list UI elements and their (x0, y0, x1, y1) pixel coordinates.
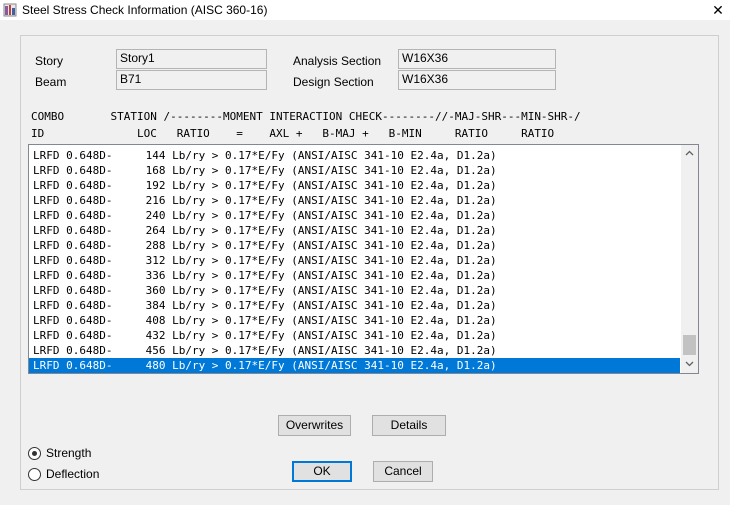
scroll-thumb[interactable] (683, 335, 696, 355)
list-item[interactable]: LRFD 0.648D- 312 Lb/ry > 0.17*E/Fy (ANSI… (29, 253, 680, 268)
list-item[interactable]: LRFD 0.648D- 360 Lb/ry > 0.17*E/Fy (ANSI… (29, 283, 680, 298)
story-field: Story1 (116, 49, 267, 69)
list-item[interactable]: LRFD 0.648D- 168 Lb/ry > 0.17*E/Fy (ANSI… (29, 163, 680, 178)
table-header-line2: ID LOC RATIO = AXL + B-MAJ + B-MIN RATIO… (31, 127, 555, 140)
list-item[interactable]: LRFD 0.648D- 480 Lb/ry > 0.17*E/Fy (ANSI… (29, 358, 680, 373)
strength-option[interactable]: Strength (28, 446, 118, 462)
list-item[interactable]: LRFD 0.648D- 192 Lb/ry > 0.17*E/Fy (ANSI… (29, 178, 680, 193)
list-item[interactable]: LRFD 0.648D- 144 Lb/ry > 0.17*E/Fy (ANSI… (29, 148, 680, 163)
radio-selected-dot (32, 451, 37, 456)
steel-frame-icon (3, 3, 17, 17)
analysis-section-label: Analysis Section (293, 54, 382, 68)
results-rows: LRFD 0.648D- 144 Lb/ry > 0.17*E/Fy (ANSI… (29, 148, 680, 373)
design-section-label: Design Section (293, 75, 374, 89)
strength-radio[interactable] (28, 447, 41, 460)
list-item[interactable]: LRFD 0.648D- 288 Lb/ry > 0.17*E/Fy (ANSI… (29, 238, 680, 253)
deflection-radio[interactable] (28, 468, 41, 481)
list-item[interactable]: LRFD 0.648D- 384 Lb/ry > 0.17*E/Fy (ANSI… (29, 298, 680, 313)
chevron-down-icon[interactable] (681, 356, 698, 373)
beam-label: Beam (35, 75, 67, 89)
story-label: Story (35, 54, 64, 68)
deflection-label: Deflection (46, 467, 100, 481)
list-item[interactable]: LRFD 0.648D- 240 Lb/ry > 0.17*E/Fy (ANSI… (29, 208, 680, 223)
window-title: Steel Stress Check Information (AISC 360… (22, 3, 268, 17)
list-item[interactable]: LRFD 0.648D- 336 Lb/ry > 0.17*E/Fy (ANSI… (29, 268, 680, 283)
table-header-line1: COMBO STATION /--------MOMENT INTERACTIO… (31, 110, 581, 123)
overwrites-button[interactable]: Overwrites (278, 415, 351, 436)
design-section-field: W16X36 (398, 70, 556, 90)
analysis-section-field: W16X36 (398, 49, 556, 69)
list-scrollbar[interactable] (681, 145, 698, 373)
cancel-button[interactable]: Cancel (373, 461, 433, 482)
list-item[interactable]: LRFD 0.648D- 432 Lb/ry > 0.17*E/Fy (ANSI… (29, 328, 680, 343)
results-list[interactable]: LRFD 0.648D- 144 Lb/ry > 0.17*E/Fy (ANSI… (28, 144, 699, 374)
deflection-option[interactable]: Deflection (28, 467, 118, 483)
title-bar: Steel Stress Check Information (AISC 360… (0, 0, 730, 20)
strength-label: Strength (46, 446, 92, 460)
chevron-up-icon[interactable] (681, 145, 698, 162)
ok-button[interactable]: OK (292, 461, 352, 482)
beam-field: B71 (116, 70, 267, 90)
details-button[interactable]: Details (372, 415, 446, 436)
list-item[interactable]: LRFD 0.648D- 456 Lb/ry > 0.17*E/Fy (ANSI… (29, 343, 680, 358)
list-item[interactable]: LRFD 0.648D- 408 Lb/ry > 0.17*E/Fy (ANSI… (29, 313, 680, 328)
list-item[interactable]: LRFD 0.648D- 216 Lb/ry > 0.17*E/Fy (ANSI… (29, 193, 680, 208)
close-icon[interactable]: ✕ (706, 0, 730, 20)
list-item[interactable]: LRFD 0.648D- 264 Lb/ry > 0.17*E/Fy (ANSI… (29, 223, 680, 238)
